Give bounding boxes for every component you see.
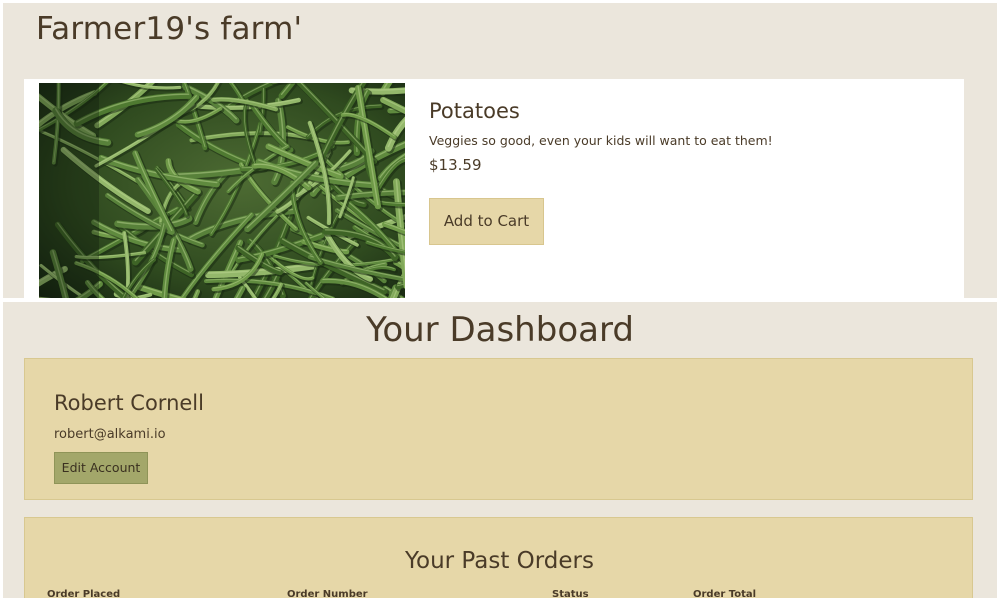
past-orders-title: Your Past Orders <box>405 548 594 574</box>
account-email: robert@alkami.io <box>54 427 166 442</box>
product-price: $13.59 <box>429 156 482 174</box>
past-orders-card: Your Past Orders Order Placed Order Numb… <box>24 517 973 598</box>
edit-account-button[interactable]: Edit Account <box>54 452 148 484</box>
farm-page-panel: Farmer19's farm' Potatoes Veggies so goo… <box>3 3 997 298</box>
product-name: Potatoes <box>429 99 520 123</box>
product-info: Potatoes Veggies so good, even your kids… <box>429 99 773 245</box>
column-header-order-placed[interactable]: Order Placed <box>47 589 120 598</box>
column-header-order-total[interactable]: Order Total <box>693 589 756 598</box>
orders-table-header: Order Placed Order Number Status Order T… <box>25 589 974 598</box>
account-name: Robert Cornell <box>54 391 204 415</box>
green-beans-photo-icon <box>39 83 405 298</box>
product-image <box>39 83 405 298</box>
add-to-cart-button[interactable]: Add to Cart <box>429 198 544 245</box>
dashboard-title: Your Dashboard <box>366 310 634 350</box>
product-card: Potatoes Veggies so good, even your kids… <box>24 79 964 298</box>
column-header-order-number[interactable]: Order Number <box>287 589 368 598</box>
dashboard-panel: Your Dashboard Robert Cornell robert@alk… <box>3 302 997 598</box>
column-header-status[interactable]: Status <box>552 589 589 598</box>
account-card: Robert Cornell robert@alkami.io Edit Acc… <box>24 358 973 500</box>
farm-title: Farmer19's farm' <box>36 11 303 47</box>
product-description: Veggies so good, even your kids will wan… <box>429 133 773 148</box>
